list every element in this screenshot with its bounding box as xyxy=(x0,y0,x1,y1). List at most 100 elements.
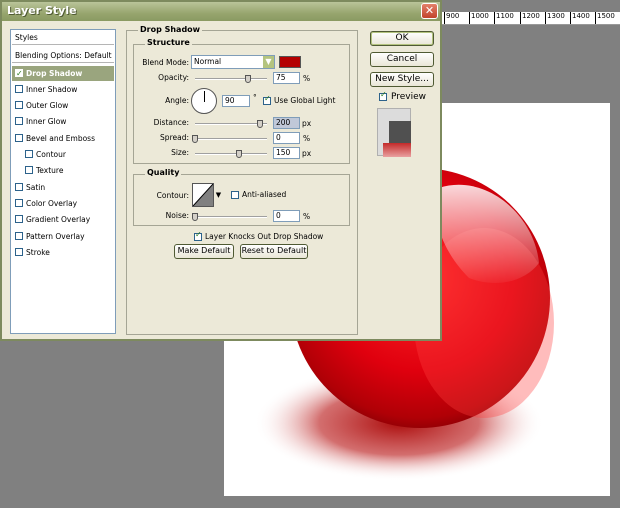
close-icon[interactable]: ✕ xyxy=(421,3,438,19)
structure-title: Structure xyxy=(145,38,192,47)
horizontal-ruler: 900 1000 1100 1200 1300 1400 1500 xyxy=(440,12,620,25)
style-item-label: Inner Glow xyxy=(26,117,67,126)
distance-input[interactable]: 200 xyxy=(273,117,300,129)
noise-unit: % xyxy=(303,212,311,221)
style-item-label: Stroke xyxy=(26,248,50,257)
chevron-down-icon[interactable]: ▼ xyxy=(263,56,274,68)
style-item-label: Bevel and Emboss xyxy=(26,134,95,143)
spread-label: Spread: xyxy=(160,133,189,142)
size-unit: px xyxy=(302,149,312,158)
outer-glow-checkbox[interactable] xyxy=(15,101,23,109)
color-overlay-checkbox[interactable] xyxy=(15,199,23,207)
ruler-tick: 1200 xyxy=(520,12,540,24)
size-input[interactable]: 150 xyxy=(273,147,300,159)
style-item-label: Gradient Overlay xyxy=(26,215,91,224)
bevel-emboss-checkbox[interactable] xyxy=(15,134,23,142)
distance-label: Distance: xyxy=(153,118,189,127)
texture-checkbox[interactable] xyxy=(25,166,33,174)
style-item-inner-glow[interactable]: Inner Glow xyxy=(12,114,114,129)
spread-unit: % xyxy=(303,134,311,143)
style-item-inner-shadow[interactable]: Inner Shadow xyxy=(12,82,114,97)
angle-unit: ° xyxy=(253,93,257,102)
style-item-bevel-emboss[interactable]: Bevel and Emboss xyxy=(12,131,114,146)
style-item-label: Contour xyxy=(36,150,66,159)
style-item-pattern-overlay[interactable]: Pattern Overlay xyxy=(12,229,114,244)
dialog-title: Layer Style xyxy=(7,4,77,17)
size-slider-thumb[interactable] xyxy=(236,150,242,158)
ruler-tick: 1500 xyxy=(595,12,615,24)
preview-shadow xyxy=(383,143,411,157)
contour-checkbox[interactable] xyxy=(25,150,33,158)
style-item-label: Color Overlay xyxy=(26,199,78,208)
style-item-label: Outer Glow xyxy=(26,101,69,110)
knocks-out-checkbox[interactable] xyxy=(194,230,202,241)
angle-label: Angle: xyxy=(165,96,189,105)
opacity-unit: % xyxy=(303,74,311,83)
preview-checkbox[interactable] xyxy=(379,90,387,101)
size-slider[interactable] xyxy=(195,153,267,155)
ruler-tick: 900 xyxy=(443,12,460,24)
cancel-button[interactable]: Cancel xyxy=(370,52,434,67)
styles-list: Styles Blending Options: Default Drop Sh… xyxy=(10,29,116,334)
preview-label: Preview xyxy=(391,92,427,102)
opacity-input[interactable]: 75 xyxy=(273,72,300,84)
noise-input[interactable]: 0 xyxy=(273,210,300,222)
noise-slider[interactable] xyxy=(195,216,267,218)
opacity-slider-thumb[interactable] xyxy=(245,75,251,83)
opacity-label: Opacity: xyxy=(158,73,189,82)
reset-to-default-button[interactable]: Reset to Default xyxy=(240,244,308,259)
shadow-color-swatch[interactable] xyxy=(279,56,301,68)
opacity-slider[interactable] xyxy=(195,78,267,80)
blending-options-item[interactable]: Blending Options: Default xyxy=(12,48,114,63)
contour-label: Contour: xyxy=(156,191,189,200)
blend-mode-label: Blend Mode: xyxy=(142,58,189,67)
style-item-texture[interactable]: Texture xyxy=(12,163,114,178)
style-item-label: Satin xyxy=(26,183,46,192)
make-default-button[interactable]: Make Default xyxy=(174,244,234,259)
preview-shape xyxy=(389,121,411,143)
spread-slider-thumb[interactable] xyxy=(192,135,198,143)
style-item-stroke[interactable]: Stroke xyxy=(12,245,114,260)
spread-input[interactable]: 0 xyxy=(273,132,300,144)
style-item-label: Pattern Overlay xyxy=(26,232,85,241)
blend-mode-value: Normal xyxy=(194,57,222,66)
angle-dial-icon[interactable] xyxy=(191,88,217,114)
drop-shadow-title: Drop Shadow xyxy=(138,25,203,34)
distance-slider-thumb[interactable] xyxy=(257,120,263,128)
spread-slider[interactable] xyxy=(195,138,267,140)
anti-aliased-label: Anti-aliased xyxy=(242,190,287,199)
inner-shadow-checkbox[interactable] xyxy=(15,85,23,93)
satin-checkbox[interactable] xyxy=(15,183,23,191)
style-item-satin[interactable]: Satin xyxy=(12,180,114,195)
knocks-out-label: Layer Knocks Out Drop Shadow xyxy=(205,232,324,241)
distance-unit: px xyxy=(302,119,312,128)
styles-header[interactable]: Styles xyxy=(12,30,114,45)
dialog-titlebar[interactable]: Layer Style ✕ xyxy=(2,2,440,21)
angle-input[interactable]: 90 xyxy=(222,95,250,107)
drop-shadow-checkbox[interactable] xyxy=(15,66,23,81)
pattern-overlay-checkbox[interactable] xyxy=(15,232,23,240)
style-item-label: Drop Shadow xyxy=(26,69,83,78)
ruler-tick: 1100 xyxy=(494,12,514,24)
anti-aliased-checkbox[interactable] xyxy=(231,191,239,199)
gradient-overlay-checkbox[interactable] xyxy=(15,215,23,223)
use-global-light-checkbox[interactable] xyxy=(263,94,271,105)
ok-button[interactable]: OK xyxy=(370,31,434,46)
ruler-tick: 1400 xyxy=(570,12,590,24)
inner-glow-checkbox[interactable] xyxy=(15,117,23,125)
style-item-color-overlay[interactable]: Color Overlay xyxy=(12,196,114,211)
style-item-label: Inner Shadow xyxy=(26,85,78,94)
blend-mode-select[interactable]: Normal ▼ xyxy=(191,55,275,69)
noise-label: Noise: xyxy=(165,211,189,220)
style-item-gradient-overlay[interactable]: Gradient Overlay xyxy=(12,212,114,227)
noise-slider-thumb[interactable] xyxy=(192,213,198,221)
quality-title: Quality xyxy=(145,168,182,177)
new-style-button[interactable]: New Style... xyxy=(370,72,434,87)
style-item-drop-shadow[interactable]: Drop Shadow xyxy=(12,66,114,81)
ruler-tick: 1300 xyxy=(545,12,565,24)
chevron-down-icon[interactable]: ▼ xyxy=(213,183,223,207)
stroke-checkbox[interactable] xyxy=(15,248,23,256)
style-item-contour[interactable]: Contour xyxy=(12,147,114,162)
style-item-outer-glow[interactable]: Outer Glow xyxy=(12,98,114,113)
use-global-light-label: Use Global Light xyxy=(274,96,336,105)
